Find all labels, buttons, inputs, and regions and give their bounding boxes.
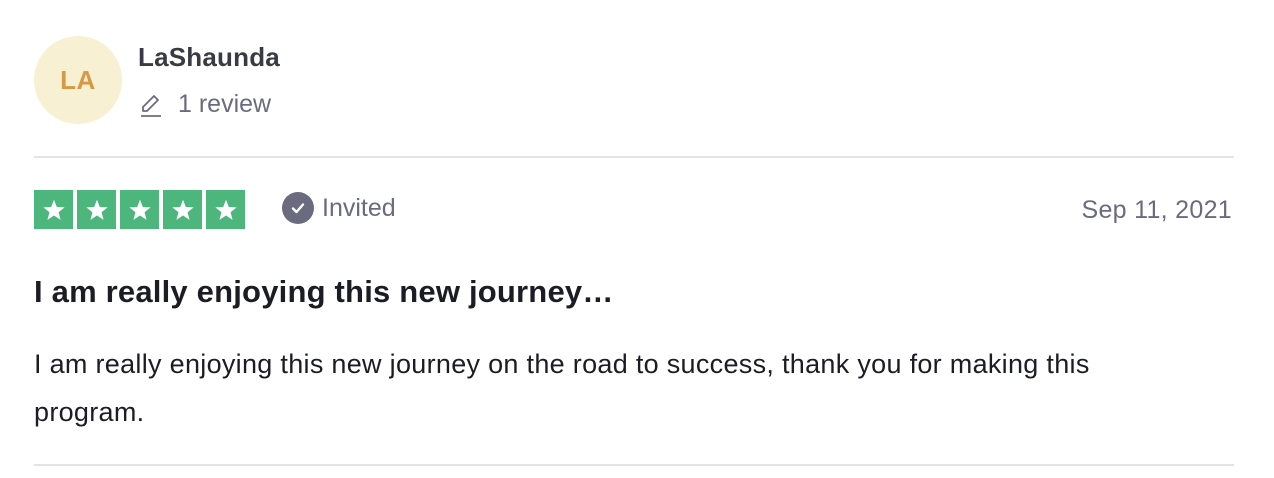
avatar[interactable]: LA [34,36,122,124]
review-meta: Invited Sep 11, 2021 [34,188,1234,232]
verification-label: Invited [322,193,396,222]
review-card: LA LaShaunda 1 review Invited Sep 11, 20… [34,0,1234,478]
star-icon [34,190,73,229]
star-icon [163,190,202,229]
reviewer-header: LA LaShaunda 1 review [34,36,1234,126]
divider [34,156,1234,158]
pencil-icon [138,92,164,118]
star-rating [34,190,245,229]
divider [34,464,1234,466]
star-icon [120,190,159,229]
review-body: I am really enjoying this new journey on… [34,349,1090,427]
review-count-label: 1 review [178,90,272,118]
verification-badge[interactable]: Invited [282,192,396,224]
star-icon [206,190,245,229]
review-count: 1 review [138,90,271,119]
reviewer-name[interactable]: LaShaunda [138,42,280,73]
star-icon [77,190,116,229]
review-title[interactable]: I am really enjoying this new journey… [34,274,614,310]
review-date: Sep 11, 2021 [1081,196,1232,224]
check-circle-icon [282,192,314,224]
